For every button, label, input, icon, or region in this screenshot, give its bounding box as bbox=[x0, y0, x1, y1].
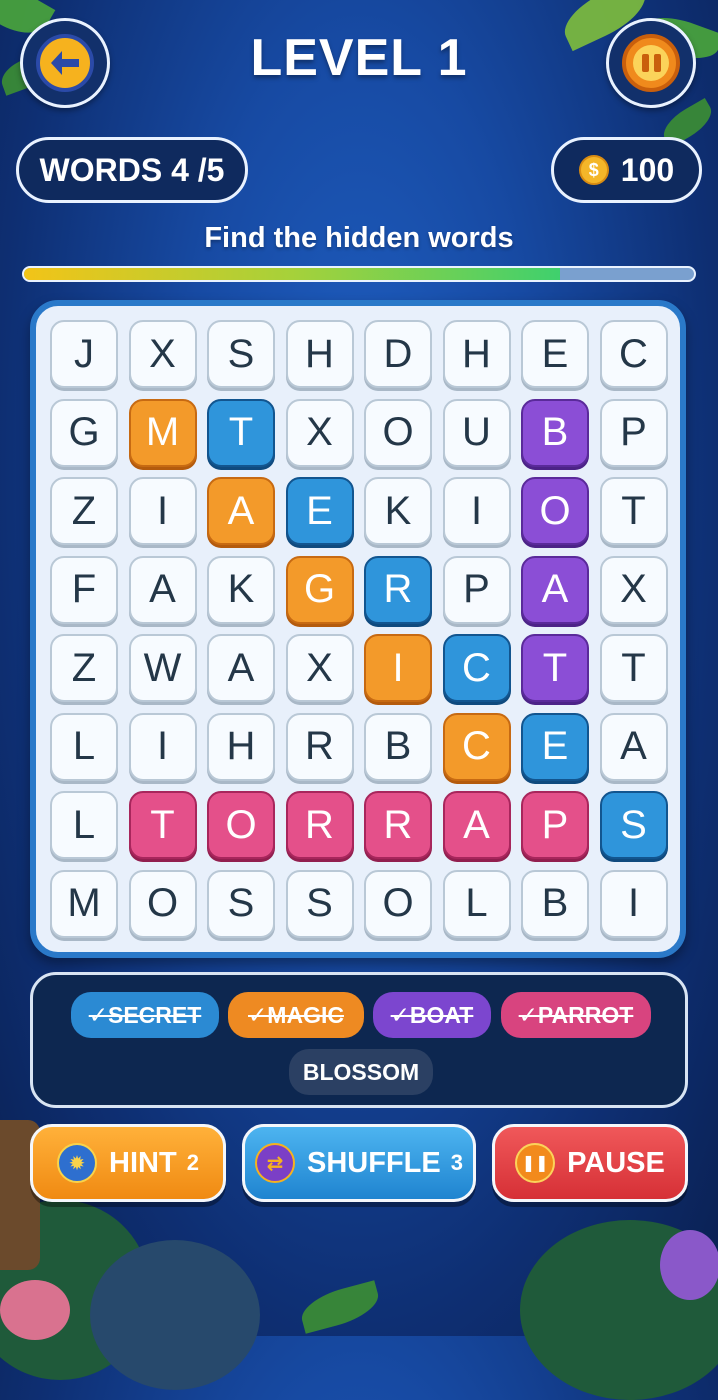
words-counter-label: WORDS 4 /5 bbox=[39, 151, 225, 188]
letter-tile[interactable]: E bbox=[521, 320, 589, 388]
letter-tile[interactable]: A bbox=[442, 791, 511, 859]
letter-grid: JXSHDHECGMTXOUBPZIAEKIOTFAKGRPAXZWAXICTT… bbox=[30, 300, 686, 958]
letter-tile[interactable]: T bbox=[207, 398, 275, 467]
letter-tile[interactable]: A bbox=[521, 555, 589, 624]
pause-button[interactable]: ❚❚ PAUSE bbox=[492, 1124, 688, 1202]
letter-tile[interactable]: I bbox=[128, 712, 197, 781]
letter-tile[interactable]: D bbox=[364, 320, 432, 388]
letter-tile[interactable]: O bbox=[364, 869, 432, 938]
pause-label: PAUSE bbox=[567, 1146, 665, 1179]
letter-tile[interactable]: R bbox=[285, 791, 354, 859]
letter-tile[interactable]: B bbox=[521, 869, 589, 938]
letter-tile[interactable]: O bbox=[521, 477, 589, 545]
letter-tile[interactable]: O bbox=[364, 398, 432, 467]
letter-tile[interactable]: M bbox=[128, 398, 197, 467]
letter-tile[interactable]: X bbox=[128, 320, 197, 388]
letter-tile[interactable]: A bbox=[207, 477, 275, 545]
letter-tile[interactable]: P bbox=[521, 791, 589, 859]
letter-tile[interactable]: T bbox=[599, 634, 668, 702]
letter-tile[interactable]: Z bbox=[50, 634, 118, 702]
lightbulb-icon: ✹ bbox=[57, 1143, 98, 1183]
letter-tile[interactable]: T bbox=[128, 791, 197, 859]
letter-tile[interactable]: A bbox=[599, 712, 668, 781]
word-chip-blossom: BLOSSOM bbox=[289, 1049, 433, 1095]
shuffle-label: SHUFFLE bbox=[307, 1146, 441, 1179]
letter-tile[interactable]: I bbox=[128, 477, 197, 545]
letter-tile[interactable]: C bbox=[442, 712, 511, 781]
coin-amount: 100 bbox=[620, 151, 675, 188]
pause-top-button[interactable] bbox=[606, 18, 696, 108]
letter-tile[interactable]: G bbox=[50, 398, 118, 467]
letter-tile[interactable]: S bbox=[207, 320, 275, 388]
shuffle-icon: ⇄ bbox=[255, 1143, 296, 1183]
letter-tile[interactable]: L bbox=[442, 869, 511, 938]
pause-icon bbox=[622, 34, 680, 92]
letter-tile[interactable]: U bbox=[442, 398, 511, 467]
letter-tile[interactable]: H bbox=[285, 320, 354, 388]
letter-tile[interactable]: J bbox=[50, 320, 118, 388]
letter-tile[interactable]: L bbox=[50, 791, 118, 859]
letter-tile[interactable]: R bbox=[364, 791, 432, 859]
letter-tile[interactable]: R bbox=[364, 555, 432, 624]
pause-icon: ❚❚ bbox=[515, 1143, 556, 1183]
word-chip-parrot: ✓PARROT bbox=[501, 992, 651, 1038]
letter-tile[interactable]: K bbox=[207, 555, 275, 624]
letter-tile[interactable]: C bbox=[599, 320, 668, 388]
letter-tile[interactable]: I bbox=[599, 869, 668, 938]
letter-tile[interactable]: G bbox=[285, 555, 354, 624]
letter-tile[interactable]: P bbox=[442, 555, 511, 624]
letter-tile[interactable]: L bbox=[50, 712, 118, 781]
letter-tile[interactable]: R bbox=[285, 712, 354, 781]
hint-label: HINT bbox=[109, 1146, 177, 1179]
letter-tile[interactable]: X bbox=[285, 398, 354, 467]
hint-count: 2 bbox=[186, 1150, 199, 1175]
letter-tile[interactable]: T bbox=[521, 634, 589, 702]
progress-bar bbox=[22, 266, 696, 282]
progress-fill bbox=[24, 268, 560, 280]
word-chip-magic: ✓MAGIC bbox=[228, 992, 364, 1038]
letter-tile[interactable]: S bbox=[207, 869, 275, 938]
letter-tile[interactable]: M bbox=[50, 869, 118, 938]
instruction-text: Find the hidden words bbox=[204, 222, 514, 254]
letter-tile[interactable]: A bbox=[207, 634, 275, 702]
shuffle-count: 3 bbox=[450, 1150, 463, 1175]
letter-tile[interactable]: O bbox=[128, 869, 197, 938]
letter-tile[interactable]: B bbox=[364, 712, 432, 781]
letter-tile[interactable]: S bbox=[599, 791, 668, 859]
letter-tile[interactable]: I bbox=[364, 634, 432, 702]
letter-tile[interactable]: A bbox=[128, 555, 197, 624]
shuffle-button[interactable]: ⇄ SHUFFLE 3 bbox=[242, 1124, 476, 1202]
letter-tile[interactable]: X bbox=[599, 555, 668, 624]
hint-button[interactable]: ✹ HINT 2 bbox=[30, 1124, 226, 1202]
letter-tile[interactable]: Z bbox=[50, 477, 118, 545]
coin-icon: $ bbox=[578, 155, 609, 185]
letter-tile[interactable]: H bbox=[207, 712, 275, 781]
letter-tile[interactable]: S bbox=[285, 869, 354, 938]
letter-tile[interactable]: H bbox=[442, 320, 511, 388]
words-counter: WORDS 4 /5 bbox=[16, 137, 248, 203]
letter-tile[interactable]: E bbox=[285, 477, 354, 545]
letter-tile[interactable]: P bbox=[599, 398, 668, 467]
word-list-panel: ✓SECRET ✓MAGIC ✓BOAT ✓PARROT BLOSSOM bbox=[30, 972, 688, 1108]
letter-tile[interactable]: C bbox=[442, 634, 511, 702]
letter-tile[interactable]: O bbox=[207, 791, 275, 859]
coin-balance: $ 100 bbox=[551, 137, 702, 203]
word-chip-secret: ✓SECRET bbox=[71, 992, 219, 1038]
letter-tile[interactable]: F bbox=[50, 555, 118, 624]
letter-tile[interactable]: W bbox=[128, 634, 197, 702]
letter-tile[interactable]: T bbox=[599, 477, 668, 545]
word-chip-boat: ✓BOAT bbox=[373, 992, 491, 1038]
letter-tile[interactable]: X bbox=[285, 634, 354, 702]
letter-tile[interactable]: E bbox=[521, 712, 589, 781]
letter-tile[interactable]: B bbox=[521, 398, 589, 467]
letter-tile[interactable]: K bbox=[364, 477, 432, 545]
letter-tile[interactable]: I bbox=[442, 477, 511, 545]
